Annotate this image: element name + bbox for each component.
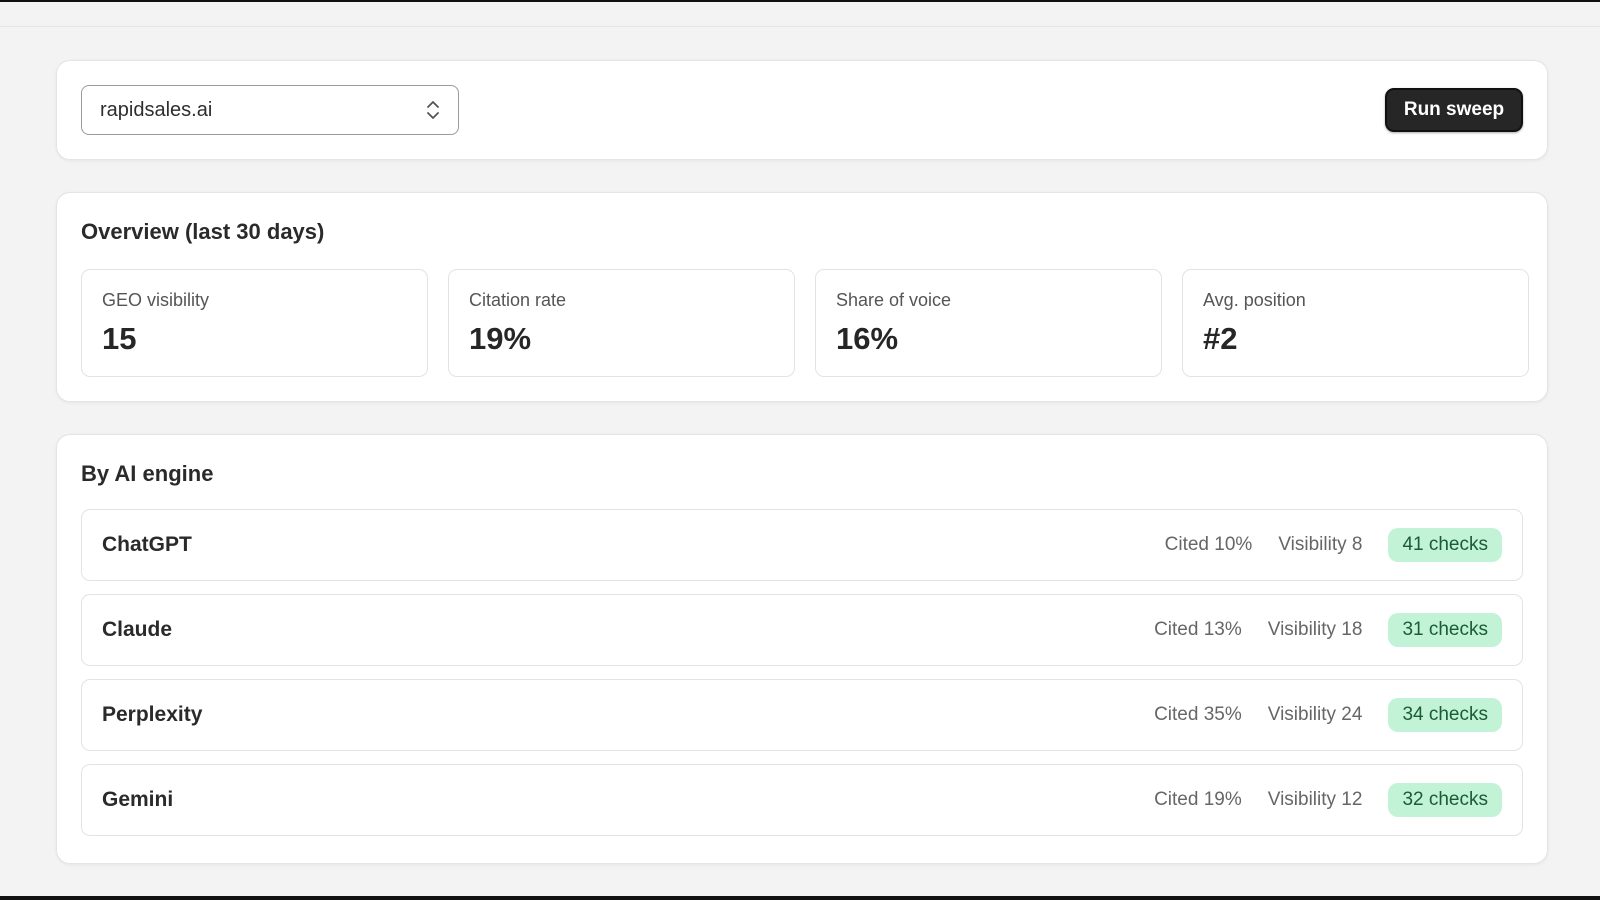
stat-label: Share of voice (836, 290, 952, 310)
engine-metrics: Cited 10% Visibility 8 41 checks (1165, 528, 1502, 562)
engine-metrics: Cited 19% Visibility 12 32 checks (1154, 783, 1502, 817)
app-frame: rapidsales.ai Run sweep Overview (last 3… (0, 0, 1600, 900)
visibility-metric: Visibility 18 (1267, 619, 1363, 640)
domain-select-value: rapidsales.ai (100, 98, 213, 121)
engine-name: Claude (102, 618, 173, 641)
stat-geo-visibility: GEO visibility 15 (81, 269, 428, 377)
stat-label: GEO visibility (102, 290, 210, 310)
engines-title: By AI engine (81, 461, 214, 486)
visibility-metric: Visibility 12 (1267, 789, 1363, 810)
overview-title: Overview (last 30 days) (81, 219, 325, 244)
cited-metric: Cited 19% (1154, 789, 1242, 810)
checks-badge: 31 checks (1388, 613, 1502, 647)
engine-metrics: Cited 13% Visibility 18 31 checks (1154, 613, 1502, 647)
top-divider (0, 26, 1600, 27)
engine-name: ChatGPT (102, 533, 192, 556)
engine-row-chatgpt[interactable]: ChatGPT Cited 10% Visibility 8 41 checks (81, 509, 1523, 581)
engine-name: Gemini (102, 788, 174, 811)
engine-row-gemini[interactable]: Gemini Cited 19% Visibility 12 32 checks (81, 764, 1523, 836)
stat-value: 16% (836, 321, 899, 356)
engine-name: Perplexity (102, 703, 203, 726)
domain-select[interactable]: rapidsales.ai (81, 85, 459, 135)
stat-citation-rate: Citation rate 19% (448, 269, 795, 377)
visibility-metric: Visibility 8 (1278, 534, 1363, 555)
engine-row-claude[interactable]: Claude Cited 13% Visibility 18 31 checks (81, 594, 1523, 666)
engine-row-perplexity[interactable]: Perplexity Cited 35% Visibility 24 34 ch… (81, 679, 1523, 751)
stat-label: Citation rate (469, 290, 567, 310)
stat-avg-position: Avg. position #2 (1182, 269, 1529, 377)
engine-list: ChatGPT Cited 10% Visibility 8 41 checks… (81, 509, 1523, 849)
run-sweep-button[interactable]: Run sweep (1385, 88, 1523, 132)
stat-value: #2 (1203, 321, 1238, 356)
checks-badge: 32 checks (1388, 783, 1502, 817)
toolbar-card: rapidsales.ai Run sweep (56, 60, 1548, 160)
stats-grid: GEO visibility 15 Citation rate 19% Shar… (81, 269, 1529, 377)
stat-label: Avg. position (1203, 290, 1306, 310)
cited-metric: Cited 10% (1164, 534, 1253, 555)
checks-badge: 41 checks (1388, 528, 1502, 562)
cited-metric: Cited 13% (1154, 619, 1242, 640)
visibility-metric: Visibility 24 (1267, 704, 1363, 725)
engines-card: By AI engine ChatGPT Cited 10% Visibilit… (56, 434, 1548, 864)
engine-metrics: Cited 35% Visibility 24 34 checks (1154, 698, 1502, 732)
checks-badge: 34 checks (1388, 698, 1502, 732)
cited-metric: Cited 35% (1154, 704, 1242, 725)
stat-value: 19% (469, 321, 532, 356)
overview-card: Overview (last 30 days) GEO visibility 1… (56, 192, 1548, 402)
stat-value: 15 (102, 321, 137, 356)
stat-share-of-voice: Share of voice 16% (815, 269, 1162, 377)
chevron-up-down-icon (427, 101, 439, 119)
